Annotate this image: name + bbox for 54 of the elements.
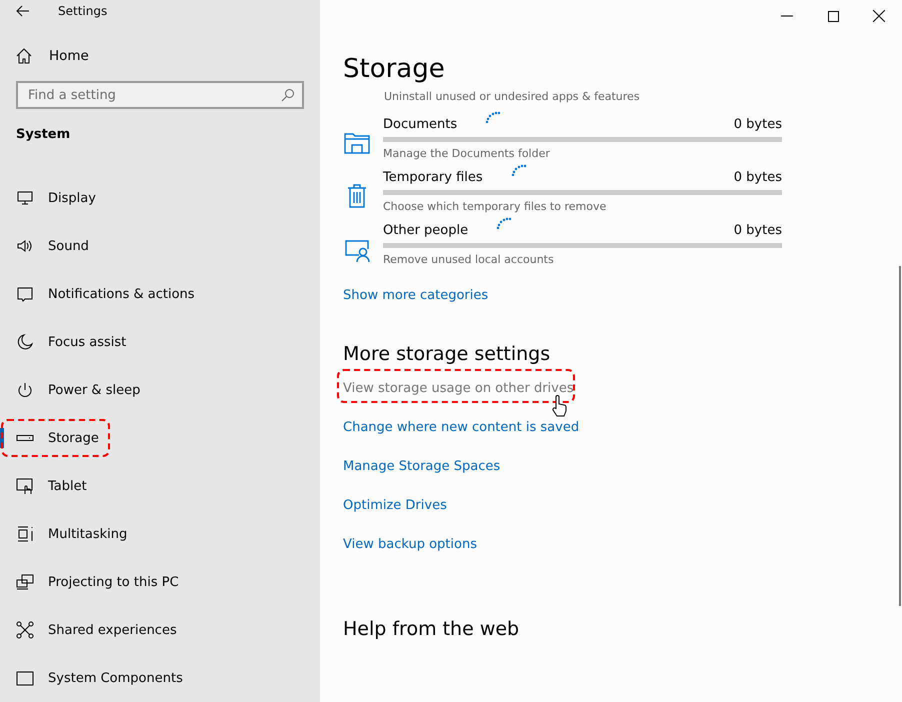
section-heading: Help from the web xyxy=(343,618,520,640)
caption-text: Uninstall unused or undesired apps & features xyxy=(384,90,641,103)
speech-bubble-icon xyxy=(16,285,34,303)
speaker-icon xyxy=(16,237,34,255)
caption-text: Remove unused local accounts xyxy=(383,253,555,266)
nav-item[interactable]: Display xyxy=(0,174,320,222)
nav-item[interactable]: Storage xyxy=(0,414,320,462)
show-more-link[interactable]: Show more categories xyxy=(343,288,488,303)
category-name[interactable]: Documents xyxy=(383,117,458,132)
nav-item[interactable]: Sound xyxy=(0,222,320,270)
window-title: Settings xyxy=(58,4,108,18)
settings-link[interactable]: View backup options xyxy=(343,537,477,552)
nav-item[interactable]: System Components xyxy=(0,654,320,702)
close-icon xyxy=(873,10,885,22)
nav-item[interactable]: Shared experiences xyxy=(0,606,320,654)
nav-item[interactable]: Multitasking xyxy=(0,510,320,558)
back-arrow-icon[interactable] xyxy=(16,5,30,18)
search-icon xyxy=(281,88,295,102)
nav-item[interactable]: Projecting to this PC xyxy=(0,558,320,606)
settings-link[interactable]: Optimize Drives xyxy=(343,498,447,513)
size-text: 0 bytes xyxy=(734,223,782,238)
minimize-icon xyxy=(781,15,793,17)
settings-link[interactable]: Change where new content is saved xyxy=(343,420,580,435)
monitor-icon xyxy=(16,189,34,207)
home-icon xyxy=(16,48,32,64)
home-link[interactable]: Home xyxy=(49,48,89,64)
size-text: 0 bytes xyxy=(734,117,782,132)
caption-text: Choose which temporary files to remove xyxy=(383,200,608,213)
projecting-icon xyxy=(16,573,34,591)
nav-item[interactable]: Notifications & actions xyxy=(0,270,320,318)
section-heading: System xyxy=(15,126,72,142)
multitasking-icon xyxy=(16,525,34,543)
drive-icon xyxy=(16,435,34,441)
nav-item[interactable]: Tablet xyxy=(0,462,320,510)
size-text: 0 bytes xyxy=(734,170,782,185)
hand-pointer-icon xyxy=(551,395,567,417)
page-title: Storage xyxy=(343,54,446,84)
settings-link[interactable]: Manage Storage Spaces xyxy=(343,459,500,474)
power-icon xyxy=(16,381,34,399)
moon-icon xyxy=(16,333,34,351)
scrollbar[interactable] xyxy=(899,266,901,606)
settings-link[interactable]: View storage usage on other drives xyxy=(343,381,574,396)
section-heading: More storage settings xyxy=(343,343,552,365)
nav-item[interactable]: Focus assist xyxy=(0,318,320,366)
maximize-icon xyxy=(828,10,838,22)
caption-text: Manage the Documents folder xyxy=(383,147,551,160)
nav-item[interactable]: Power & sleep xyxy=(0,366,320,414)
loading-spinner-icon xyxy=(510,164,529,176)
category-name[interactable]: Temporary files xyxy=(383,170,483,185)
tablet-touch-icon xyxy=(16,477,34,495)
network-icon xyxy=(16,621,34,639)
search-field[interactable]: Find a setting xyxy=(16,81,304,109)
category-name[interactable]: Other people xyxy=(383,223,468,238)
window-icon xyxy=(16,669,34,687)
